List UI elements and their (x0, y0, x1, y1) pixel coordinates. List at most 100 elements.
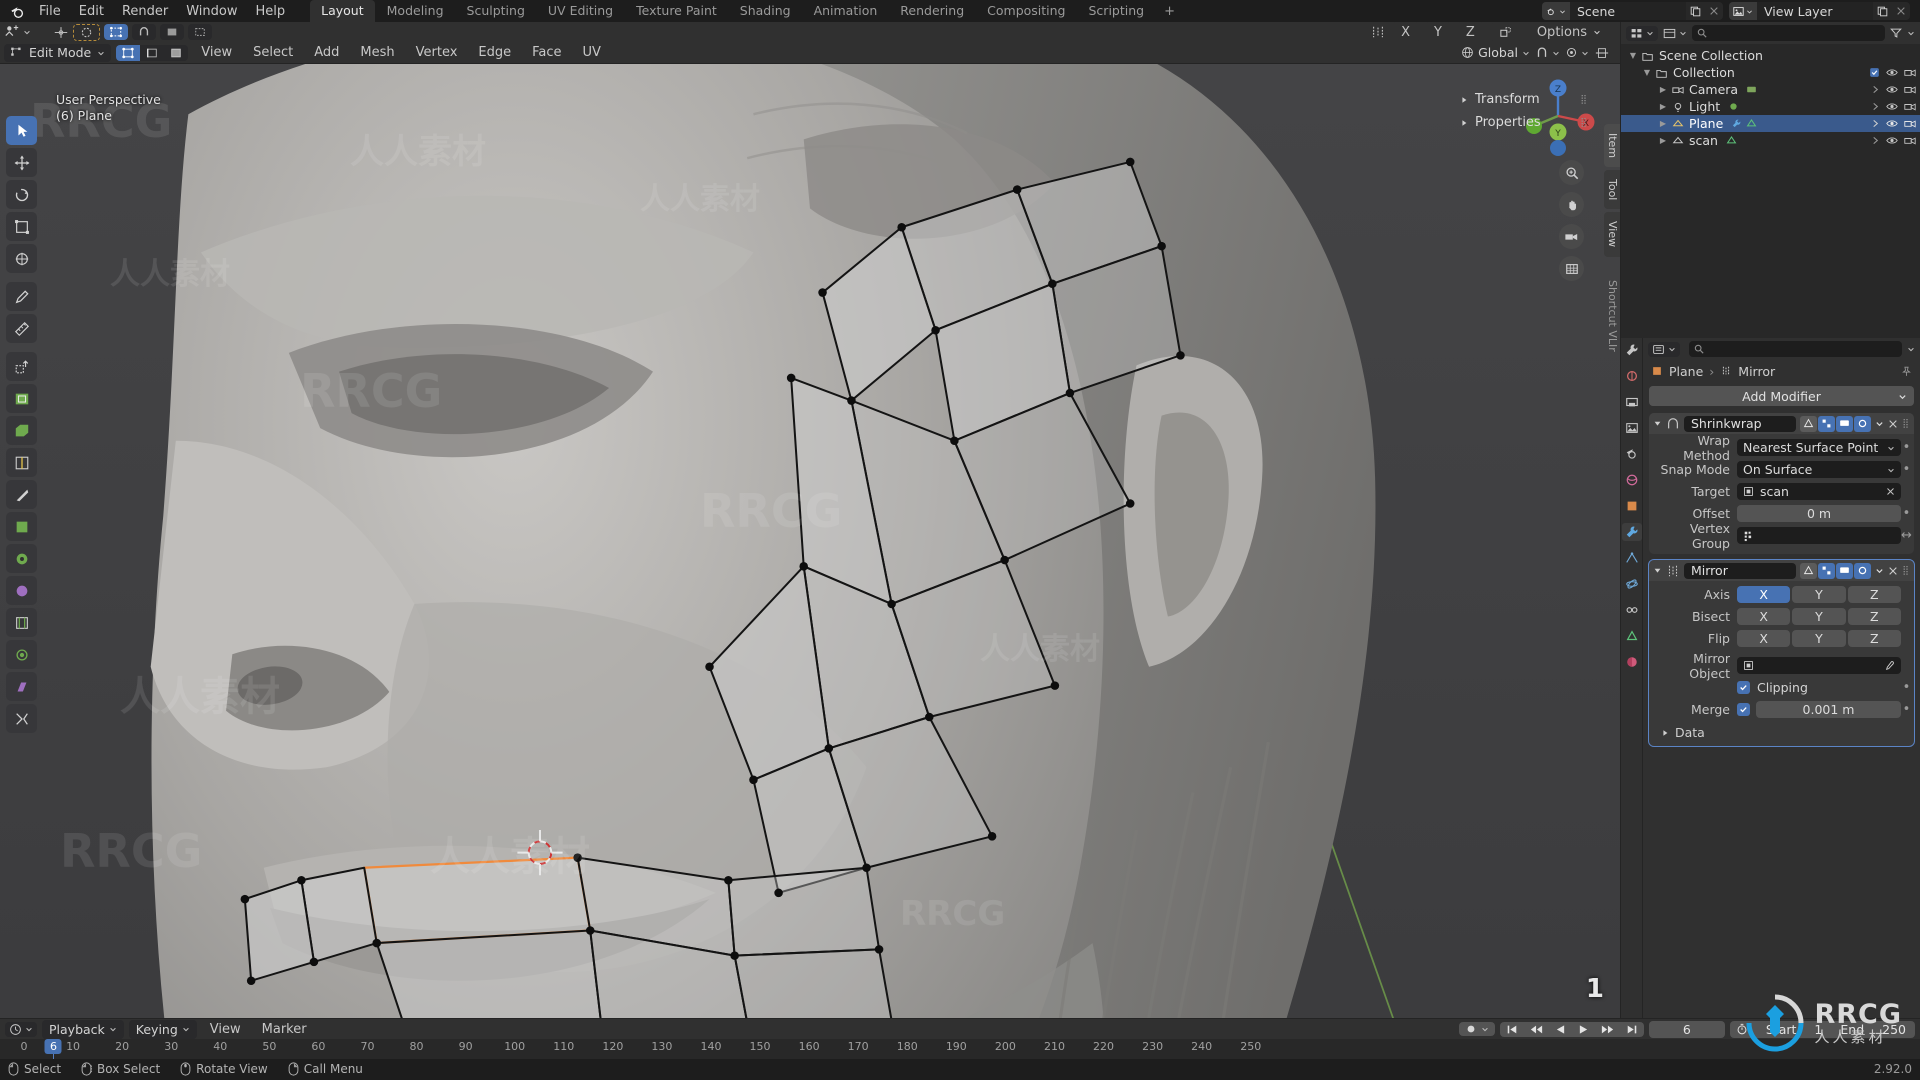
viewport-menu-face[interactable]: Face (524, 43, 569, 62)
eye-icon[interactable] (1886, 101, 1898, 112)
mirror-data-section[interactable]: Data (1651, 722, 1912, 740)
outliner-row-scan[interactable]: ▶ scan (1621, 132, 1920, 149)
snap-magnet-icon[interactable] (132, 24, 156, 40)
render-display-icon[interactable] (1854, 415, 1872, 432)
modifier-extras-icon[interactable] (1875, 566, 1884, 575)
play-reverse-button[interactable] (1549, 1022, 1572, 1037)
slider-offset[interactable]: 0 m (1737, 505, 1901, 522)
snap-target-group[interactable] (160, 24, 184, 40)
realtime-display-icon[interactable] (1836, 415, 1854, 432)
auto-merge-icon[interactable] (1489, 23, 1522, 41)
clipping-checkbox-row[interactable]: Clipping (1737, 680, 1901, 695)
bisect-z-toggle[interactable]: Z (1847, 608, 1901, 625)
expand-triangle-icon[interactable]: ▶ (1657, 136, 1669, 145)
eye-icon[interactable] (1886, 135, 1898, 146)
outliner-row-light[interactable]: ▶ Light (1621, 98, 1920, 115)
object-icon[interactable] (1651, 365, 1663, 377)
tool-rotate[interactable] (6, 180, 37, 209)
properties-tab-particles[interactable] (1622, 549, 1642, 567)
scene-icon[interactable] (1542, 2, 1570, 20)
modifier-name-shrinkwrap[interactable]: Shrinkwrap (1684, 415, 1797, 432)
scene-name[interactable]: Scene (1570, 2, 1686, 20)
view-layer-selector[interactable]: View Layer (1729, 2, 1910, 20)
tool-spin[interactable] (6, 544, 37, 573)
modifier-header-shrinkwrap[interactable]: Shrinkwrap ⣿ (1649, 413, 1914, 434)
tab-layout[interactable]: Layout (310, 0, 375, 22)
properties-tab-scene[interactable] (1622, 445, 1642, 463)
menu-help[interactable]: Help (247, 2, 295, 21)
tool-measure[interactable] (6, 314, 37, 343)
camera-render-icon[interactable] (1904, 118, 1916, 129)
modifier-extras-icon[interactable] (1875, 419, 1884, 428)
snap-target-icon[interactable] (160, 24, 184, 40)
pan-hand-icon[interactable] (1559, 192, 1584, 217)
modifier-delete-icon[interactable] (1888, 566, 1898, 576)
npanel-properties-section[interactable]: Properties ⣿ (1458, 111, 1590, 134)
edit-mode-display-icon[interactable] (1818, 562, 1836, 579)
menu-file[interactable]: File (30, 2, 70, 21)
checkbox-icon[interactable] (1869, 67, 1880, 78)
flip-y-toggle[interactable]: Y (1792, 630, 1846, 647)
light-data-icon[interactable] (1728, 101, 1739, 112)
modifier-wrench-icon[interactable] (1731, 118, 1742, 129)
chevron-down-icon[interactable] (1907, 29, 1915, 37)
bisect-y-toggle[interactable]: Y (1792, 608, 1846, 625)
select-mode-group[interactable] (116, 44, 189, 61)
transform-orientation-selector[interactable]: Global (1461, 45, 1530, 60)
breadcrumb-modifier[interactable]: Mirror (1738, 364, 1775, 379)
camera-render-icon[interactable] (1904, 101, 1916, 112)
tool-tweak[interactable] (6, 116, 37, 145)
properties-tab-physics[interactable] (1622, 575, 1642, 593)
tab-texture-paint[interactable]: Texture Paint (625, 0, 728, 22)
chevron-down-icon[interactable] (1907, 345, 1915, 353)
tab-sculpting[interactable]: Sculpting (456, 0, 536, 22)
expand-triangle-icon[interactable] (1653, 419, 1662, 428)
tool-rip-region[interactable] (6, 704, 37, 733)
camera-view-icon[interactable] (1559, 224, 1584, 249)
axis-y-toggle[interactable]: Y (1792, 586, 1846, 603)
snap-group[interactable] (132, 24, 156, 40)
expand-triangle-icon[interactable]: ▶ (1657, 119, 1669, 128)
realtime-display-icon[interactable] (1836, 562, 1854, 579)
dropdown-snap-mode[interactable]: On Surface (1737, 461, 1901, 478)
tool-edge-slide[interactable] (6, 608, 37, 637)
eyedropper-icon[interactable] (1884, 660, 1895, 671)
tool-scale[interactable] (6, 212, 37, 241)
previous-keyframe-button[interactable] (1524, 1022, 1549, 1037)
timeline-menu-marker[interactable]: Marker (254, 1020, 315, 1039)
jump-to-start-button[interactable] (1500, 1022, 1524, 1037)
jump-to-end-button[interactable] (1620, 1022, 1644, 1037)
mirror-y-button[interactable]: Y (1424, 21, 1451, 43)
menu-render[interactable]: Render (113, 2, 177, 21)
add-modifier-button[interactable]: Add Modifier (1649, 386, 1914, 406)
timeline-editor-type-selector[interactable] (5, 1021, 37, 1037)
snap-closest-group[interactable] (188, 24, 212, 40)
proportional-editing-toggle[interactable] (1565, 46, 1589, 59)
merge-checkbox[interactable] (1737, 703, 1750, 716)
properties-tab-output[interactable] (1622, 393, 1642, 411)
mirror-options-icon[interactable] (1370, 25, 1386, 39)
breadcrumb-object[interactable]: Plane (1669, 364, 1703, 379)
properties-tab-render[interactable] (1622, 367, 1642, 385)
animate-property-dot[interactable]: • (1901, 680, 1912, 695)
viewport-menu-edge[interactable]: Edge (470, 43, 519, 62)
object-picker-mirror-object[interactable] (1737, 657, 1901, 674)
axis-x-toggle[interactable]: X (1737, 586, 1791, 603)
outliner-row-collection[interactable]: ▼ Collection (1621, 64, 1920, 81)
npanel-tab-tool[interactable]: Tool (1604, 170, 1620, 210)
eye-icon[interactable] (1886, 84, 1898, 95)
animate-property-dot[interactable]: • (1901, 462, 1912, 477)
properties-tab-material[interactable] (1622, 653, 1642, 671)
scene-selector[interactable]: Scene (1542, 2, 1723, 20)
menu-edit[interactable]: Edit (70, 2, 113, 21)
tab-uv-editing[interactable]: UV Editing (537, 0, 624, 22)
properties-search-field[interactable] (1708, 342, 1897, 356)
tool-bevel[interactable] (6, 416, 37, 445)
properties-tab-constraints[interactable] (1622, 601, 1642, 619)
outliner-row-camera[interactable]: ▶ Camera (1621, 81, 1920, 98)
viewport-menu-view[interactable]: View (193, 43, 240, 62)
camera-render-icon[interactable] (1904, 84, 1916, 95)
drag-handle-icon[interactable]: ⣿ (1580, 95, 1588, 105)
edit-mode-display-icon[interactable] (1818, 415, 1836, 432)
mirror-modifier-icon[interactable] (1720, 365, 1732, 377)
